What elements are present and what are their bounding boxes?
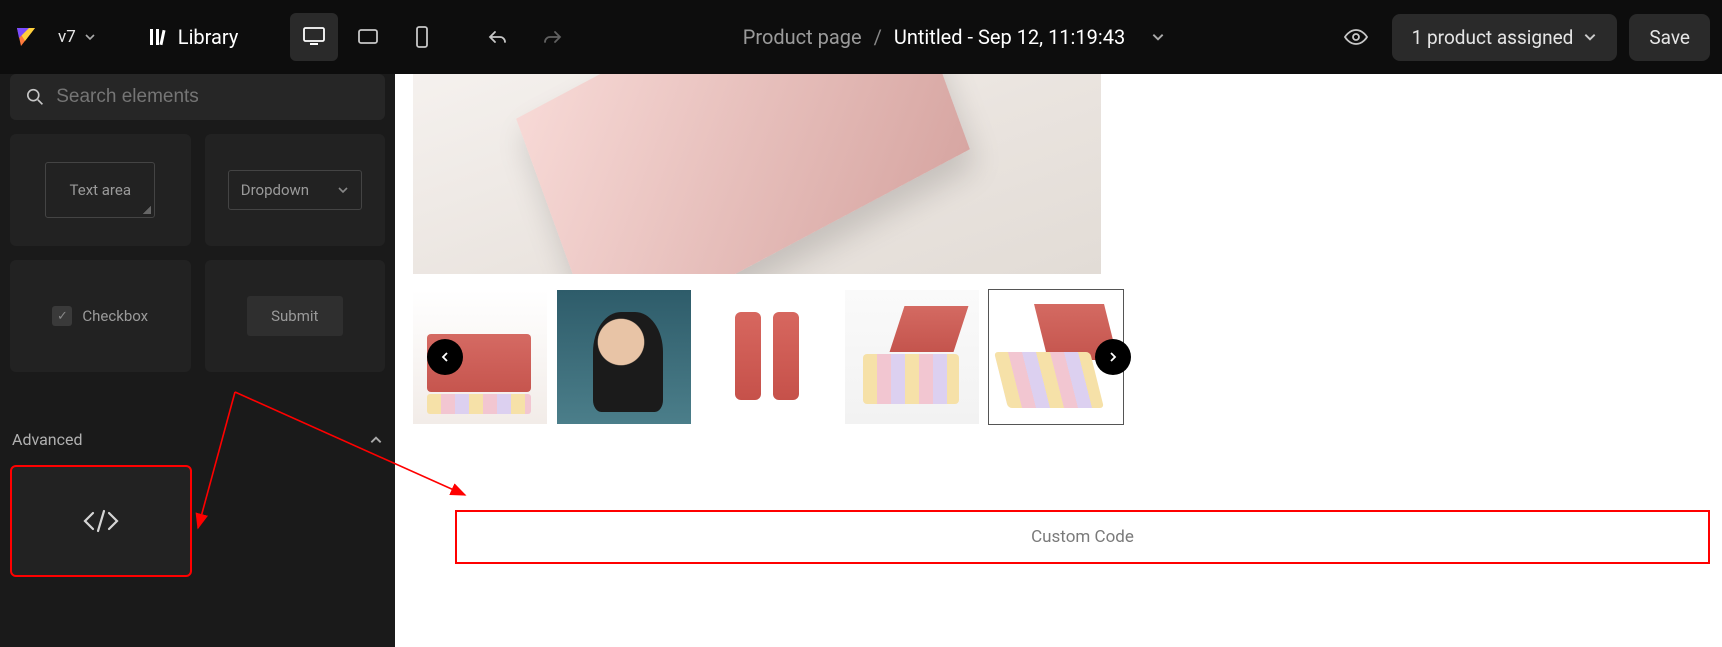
dropdown-preview: Dropdown [228, 170, 362, 210]
undo-button[interactable] [474, 13, 522, 61]
library-button[interactable]: Library [134, 17, 253, 57]
dropdown-label: Dropdown [241, 181, 309, 199]
eye-icon [1343, 24, 1369, 50]
chevron-down-icon [337, 184, 349, 196]
chevron-down-icon [1583, 30, 1597, 44]
product-thumbnail[interactable] [557, 290, 691, 424]
elements-sidebar: Text area Dropdown ✓ Checkbox Submit [0, 74, 395, 647]
carousel-prev-button[interactable] [427, 339, 463, 375]
library-label: Library [178, 25, 239, 49]
product-hero-image [413, 74, 1101, 274]
chevron-right-icon [1107, 351, 1119, 363]
carousel-next-button[interactable] [1095, 339, 1131, 375]
section-advanced-label: Advanced [12, 430, 83, 449]
product-thumbnail[interactable] [845, 290, 979, 424]
preview-button[interactable] [1332, 13, 1380, 61]
redo-icon [540, 25, 564, 49]
device-switcher [290, 13, 446, 61]
custom-code-dropzone-label: Custom Code [1031, 527, 1134, 547]
device-desktop-button[interactable] [290, 13, 338, 61]
code-icon [81, 507, 121, 535]
chevron-up-icon [369, 433, 383, 447]
assign-product-button[interactable]: 1 product assigned [1392, 14, 1618, 61]
save-label: Save [1649, 26, 1690, 49]
workspace: Text area Dropdown ✓ Checkbox Submit [0, 74, 1722, 647]
device-tablet-button[interactable] [344, 13, 392, 61]
version-label: v7 [58, 27, 76, 47]
page-type-label: Product page [743, 25, 862, 49]
redo-button[interactable] [528, 13, 576, 61]
topbar-right: 1 product assigned Save [1332, 13, 1710, 61]
submit-preview: Submit [247, 296, 343, 336]
undo-icon [486, 25, 510, 49]
section-advanced-header[interactable]: Advanced [10, 420, 385, 459]
page-name[interactable]: Untitled - Sep 12, 11:19:43 [894, 25, 1125, 49]
desktop-icon [301, 24, 327, 50]
checkbox-box-icon: ✓ [52, 306, 72, 326]
breadcrumb-separator: / [874, 25, 882, 49]
chevron-left-icon [439, 351, 451, 363]
textarea-preview: Text area [45, 162, 155, 218]
chevron-down-icon [84, 31, 96, 43]
page-title-area: Product page / Untitled - Sep 12, 11:19:… [584, 25, 1323, 49]
chevron-down-icon[interactable] [1151, 30, 1165, 44]
checkbox-preview: ✓ Checkbox [52, 306, 148, 326]
textarea-label: Text area [70, 181, 131, 199]
submit-label: Submit [271, 307, 318, 325]
element-checkbox[interactable]: ✓ Checkbox [10, 260, 191, 372]
elements-grid: Text area Dropdown ✓ Checkbox Submit [10, 134, 385, 372]
element-dropdown[interactable]: Dropdown [205, 134, 386, 246]
save-button[interactable]: Save [1629, 14, 1710, 61]
assign-product-label: 1 product assigned [1412, 26, 1574, 49]
product-thumbnails [413, 290, 1123, 424]
mobile-icon [409, 24, 435, 50]
custom-code-dropzone[interactable]: Custom Code [455, 510, 1710, 564]
checkbox-label: Checkbox [82, 307, 148, 325]
app-logo [12, 23, 40, 51]
version-selector[interactable]: v7 [48, 21, 106, 53]
search-elements-row[interactable] [10, 74, 385, 120]
element-submit[interactable]: Submit [205, 260, 386, 372]
topbar: v7 Library Product page / Untitled - Sep… [0, 0, 1722, 74]
library-icon [148, 27, 168, 47]
search-icon [26, 87, 44, 107]
element-custom-code[interactable] [10, 465, 192, 577]
search-elements-input[interactable] [56, 86, 369, 108]
device-mobile-button[interactable] [398, 13, 446, 61]
history-controls [474, 13, 576, 61]
tablet-icon [355, 24, 381, 50]
element-textarea[interactable]: Text area [10, 134, 191, 246]
editor-canvas[interactable]: Custom Code [395, 74, 1722, 647]
product-thumbnail[interactable] [701, 290, 835, 424]
